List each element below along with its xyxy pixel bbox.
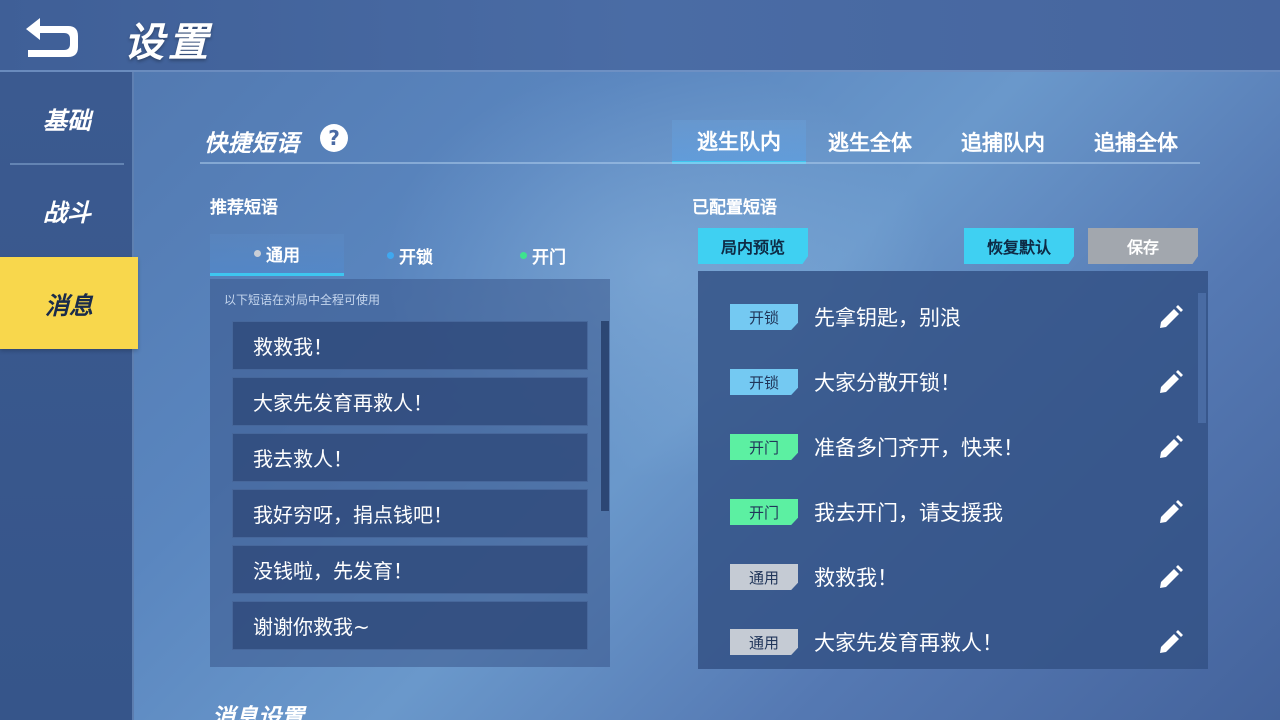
scrollbar[interactable] bbox=[601, 321, 609, 511]
tab-general[interactable]: 通用 bbox=[210, 234, 344, 276]
pencil-icon[interactable] bbox=[1156, 499, 1184, 527]
phrase-item[interactable]: 谢谢你救我~ bbox=[232, 601, 588, 650]
tab-unlock[interactable]: 开锁 bbox=[343, 234, 477, 276]
tag-unlock: 开锁 bbox=[730, 304, 798, 330]
tag-general: 通用 bbox=[730, 564, 798, 590]
tab-label: 通用 bbox=[266, 246, 300, 266]
configured-text: 大家先发育再救人！ bbox=[814, 631, 1003, 655]
header-divider bbox=[200, 162, 1200, 164]
configured-title: 已配置短语 bbox=[692, 198, 777, 218]
configured-panel: 开锁 先拿钥匙，别浪 开锁 大家分散开锁！ 开门 准备多门齐开，快来！ 开门 我… bbox=[698, 271, 1208, 669]
pencil-icon[interactable] bbox=[1156, 304, 1184, 332]
configured-row: 通用 大家先发育再救人！ bbox=[698, 617, 1198, 667]
phrase-item[interactable]: 大家先发育再救人！ bbox=[232, 377, 588, 426]
sidebar-item-messages[interactable]: 消息 bbox=[0, 257, 138, 349]
tab-label: 开锁 bbox=[399, 247, 433, 268]
dot-icon bbox=[254, 250, 261, 257]
recommended-title: 推荐短语 bbox=[210, 198, 278, 218]
question-icon[interactable]: ? bbox=[320, 124, 348, 152]
tab-escape-team[interactable]: 逃生队内 bbox=[672, 120, 806, 164]
sidebar-item-combat[interactable]: 战斗 bbox=[0, 164, 134, 256]
phrase-item[interactable]: 我去救人！ bbox=[232, 433, 588, 482]
configured-row: 通用 救救我！ bbox=[698, 552, 1198, 602]
tag-unlock: 开锁 bbox=[730, 369, 798, 395]
configured-text: 先拿钥匙，别浪 bbox=[814, 306, 961, 330]
page-title: 设置 bbox=[124, 20, 212, 66]
sidebar-item-basic[interactable]: 基础 bbox=[0, 72, 134, 164]
tab-escape-all[interactable]: 逃生全体 bbox=[803, 120, 937, 164]
phrase-item[interactable]: 没钱啦，先发育！ bbox=[232, 545, 588, 594]
configured-text: 准备多门齐开，快来！ bbox=[814, 436, 1024, 460]
pencil-icon[interactable] bbox=[1156, 369, 1184, 397]
tab-hunt-team[interactable]: 追捕队内 bbox=[936, 120, 1070, 164]
hint-text: 以下短语在对局中全程可使用 bbox=[224, 293, 381, 307]
tab-hunt-all[interactable]: 追捕全体 bbox=[1069, 120, 1203, 164]
pencil-icon[interactable] bbox=[1156, 629, 1184, 657]
configured-row: 开锁 大家分散开锁！ bbox=[698, 357, 1198, 407]
back-button[interactable] bbox=[18, 10, 84, 62]
preview-button[interactable]: 局内预览 bbox=[698, 228, 808, 264]
pencil-icon[interactable] bbox=[1156, 564, 1184, 592]
dot-icon bbox=[520, 251, 527, 259]
section-title-quick-phrases: 快捷短语 bbox=[204, 131, 300, 157]
configured-row: 开门 我去开门，请支援我 bbox=[698, 487, 1198, 537]
dot-icon bbox=[387, 251, 394, 259]
reset-default-button[interactable]: 恢复默认 bbox=[964, 228, 1074, 264]
back-arrow-icon bbox=[26, 18, 78, 57]
sidebar: 基础 战斗 消息 bbox=[0, 72, 138, 720]
tab-open-door[interactable]: 开门 bbox=[476, 234, 610, 276]
configured-row: 开门 准备多门齐开，快来！ bbox=[698, 422, 1198, 472]
configured-row: 开锁 先拿钥匙，别浪 bbox=[698, 292, 1198, 342]
phrase-item[interactable]: 救救我！ bbox=[232, 321, 588, 370]
configured-text: 救救我！ bbox=[814, 566, 898, 590]
pencil-icon[interactable] bbox=[1156, 434, 1184, 462]
configured-text: 我去开门，请支援我 bbox=[814, 501, 1003, 525]
tag-open-door: 开门 bbox=[730, 499, 798, 525]
configured-text: 大家分散开锁！ bbox=[814, 371, 961, 395]
tag-open-door: 开门 bbox=[730, 434, 798, 460]
top-bar: 设置 bbox=[0, 0, 1280, 72]
phrase-item[interactable]: 我好穷呀，捐点钱吧！ bbox=[232, 489, 588, 538]
save-button[interactable]: 保存 bbox=[1088, 228, 1198, 264]
scrollbar[interactable] bbox=[1198, 293, 1206, 423]
recommended-panel: 以下短语在对局中全程可使用 救救我！ 大家先发育再救人！ 我去救人！ 我好穷呀，… bbox=[210, 279, 610, 667]
recommended-tabs: 通用 开锁 开门 bbox=[210, 234, 610, 276]
section-title-message-settings: 消息设置 bbox=[212, 705, 304, 720]
tag-general: 通用 bbox=[730, 629, 798, 655]
tab-label: 开门 bbox=[532, 247, 566, 268]
